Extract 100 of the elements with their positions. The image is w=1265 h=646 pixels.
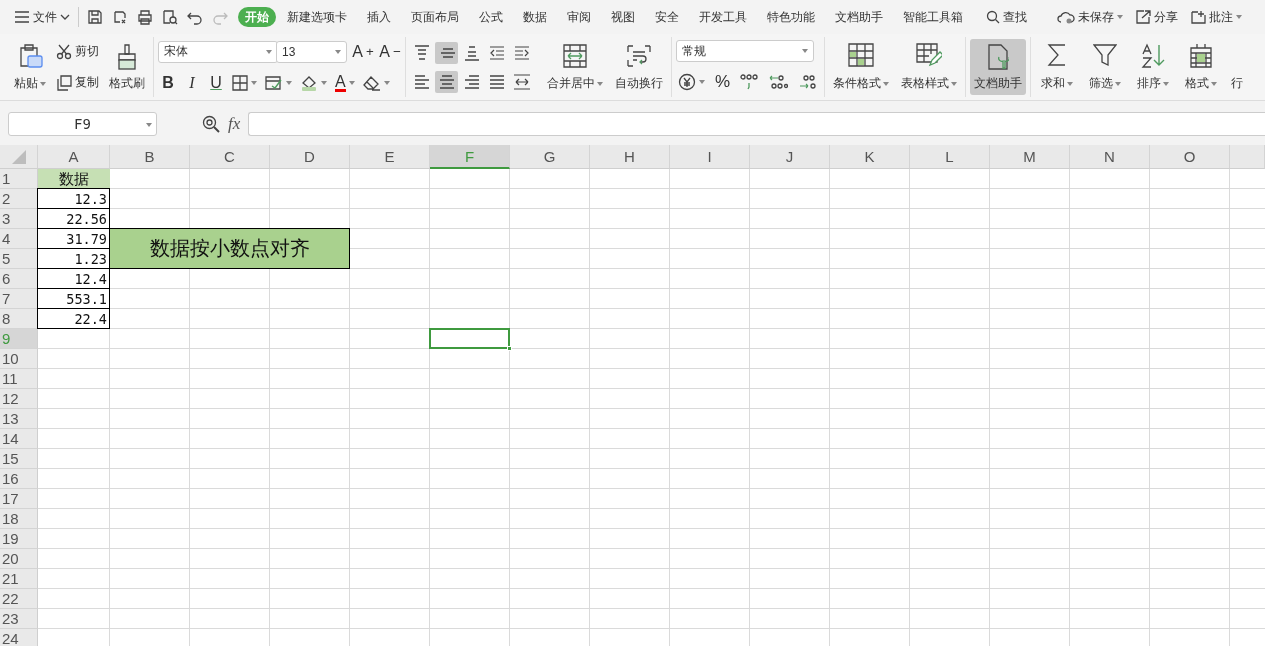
save-icon[interactable]	[87, 9, 103, 25]
alignment-button[interactable]	[435, 70, 458, 93]
file-menu[interactable]: 文件	[14, 8, 70, 26]
menu-tab[interactable]: 数据	[514, 7, 556, 27]
column-header[interactable]: J	[750, 145, 830, 169]
row-header[interactable]: 4	[0, 229, 38, 249]
document-assistant-button[interactable]: 文档助手	[970, 39, 1027, 95]
row-header[interactable]: 2	[0, 189, 38, 209]
search-button[interactable]: 查找	[986, 8, 1027, 26]
align-right-icon	[462, 72, 481, 91]
column-header[interactable]: G	[510, 145, 590, 169]
sort-button[interactable]: 排序	[1133, 39, 1174, 95]
row-header[interactable]: 13	[0, 409, 38, 429]
column-header[interactable]: L	[910, 145, 990, 169]
column-header[interactable]: O	[1150, 145, 1230, 169]
menu-tab[interactable]: 文档助手	[826, 7, 892, 27]
menu-tab[interactable]: 开发工具	[690, 7, 756, 27]
row-header[interactable]: 24	[0, 629, 38, 646]
font-name-field[interactable]: 宋体	[158, 40, 278, 63]
row-header[interactable]: 7	[0, 289, 38, 309]
italic-button[interactable]: I	[182, 71, 202, 94]
chevron-icon	[60, 14, 70, 20]
menu-tab[interactable]: 新建选项卡	[278, 7, 356, 27]
column-header[interactable]: M	[990, 145, 1070, 169]
format-painter-button[interactable]: 格式刷	[105, 39, 149, 95]
row-header[interactable]: 23	[0, 609, 38, 629]
row-header[interactable]: 16	[0, 469, 38, 489]
bold-button[interactable]: B	[158, 71, 178, 94]
copy-icon	[56, 74, 72, 91]
column-header[interactable]: I	[670, 145, 750, 169]
paint-bucket-icon	[300, 74, 318, 91]
increase-indent-icon	[512, 43, 531, 62]
menu-tab[interactable]: 视图	[602, 7, 644, 27]
toolbar-button[interactable]: 批注	[1191, 8, 1242, 26]
column-header[interactable]: A	[38, 145, 110, 169]
menu-tab[interactable]: 智能工具箱	[894, 7, 972, 27]
conditional-format-button[interactable]: 条件格式	[829, 39, 894, 95]
print-preview-icon[interactable]	[162, 9, 178, 25]
row-header[interactable]: 11	[0, 369, 38, 389]
wrap-text-button[interactable]: 自动换行	[611, 39, 667, 95]
print-icon[interactable]	[137, 9, 153, 25]
row-header[interactable]: 6	[0, 269, 38, 289]
merge-center-button[interactable]: 合并居中	[543, 39, 607, 95]
borders-icon	[232, 74, 248, 91]
menu-icon	[14, 11, 30, 23]
paste-button[interactable]: 粘贴	[10, 39, 50, 95]
row-header[interactable]: 8	[0, 309, 38, 329]
toolbar-button[interactable]: 未保存	[1057, 8, 1123, 26]
caret-icon	[1211, 81, 1218, 86]
row-header[interactable]: 22	[0, 589, 38, 609]
caret-icon	[286, 80, 292, 85]
percent-button[interactable]: %	[713, 71, 733, 93]
column-header[interactable]: K	[830, 145, 910, 169]
row-header[interactable]: 10	[0, 349, 38, 369]
menu-tab[interactable]: 特色功能	[758, 7, 824, 27]
column-header[interactable]: H	[590, 145, 670, 169]
column-header[interactable]: B	[110, 145, 190, 169]
filter-button[interactable]: 筛选	[1085, 39, 1126, 95]
column-header[interactable]: D	[270, 145, 350, 169]
menu-tab[interactable]: 页面布局	[402, 7, 468, 27]
row-header[interactable]: 19	[0, 529, 38, 549]
row-header[interactable]: 3	[0, 209, 38, 229]
row-header[interactable]: 14	[0, 429, 38, 449]
row-header[interactable]: 21	[0, 569, 38, 589]
increase-decimal-icon	[768, 73, 789, 91]
formula-input[interactable]	[248, 112, 1265, 136]
align-center-icon	[437, 72, 456, 91]
font-color-button[interactable]: A	[333, 71, 357, 94]
column-header[interactable]: E	[350, 145, 430, 169]
menu-tab[interactable]: 审阅	[558, 7, 600, 27]
row-header[interactable]: 1	[0, 169, 38, 189]
row-column-button[interactable]: 行	[1227, 39, 1248, 95]
row-header[interactable]: 5	[0, 249, 38, 269]
row-header[interactable]: 18	[0, 509, 38, 529]
fx-label[interactable]: fx	[228, 114, 241, 134]
number-format-field[interactable]: 常规	[676, 40, 814, 62]
table-cell: 12.3	[37, 188, 110, 209]
cut-button[interactable]: 剪切	[54, 40, 101, 63]
toolbar-button[interactable]: 分享	[1136, 8, 1178, 26]
copy-button[interactable]: 复制	[54, 71, 101, 94]
row-header[interactable]: 17	[0, 489, 38, 509]
row-header[interactable]: 12	[0, 389, 38, 409]
table-style-button[interactable]: 表格样式	[897, 39, 962, 95]
column-header[interactable]: C	[190, 145, 270, 169]
row-header[interactable]: 15	[0, 449, 38, 469]
currency-button[interactable]	[676, 71, 707, 93]
underline-button[interactable]: U	[206, 71, 226, 94]
menu-tab[interactable]: 安全	[646, 7, 688, 27]
alignment-button[interactable]	[435, 41, 458, 64]
format-button[interactable]: 格式	[1181, 39, 1222, 95]
caret-icon	[1115, 81, 1122, 86]
menu-tab[interactable]: 插入	[358, 7, 400, 27]
selected-cell[interactable]	[429, 328, 510, 349]
font-size-field[interactable]: 13	[276, 40, 347, 63]
row-header[interactable]: 20	[0, 549, 38, 569]
column-header[interactable]: N	[1070, 145, 1150, 169]
sum-button[interactable]: 求和	[1037, 39, 1078, 95]
zoom-icon[interactable]	[202, 115, 220, 133]
name-box[interactable]: F9	[8, 112, 157, 136]
menu-tab[interactable]: 公式	[470, 7, 512, 27]
